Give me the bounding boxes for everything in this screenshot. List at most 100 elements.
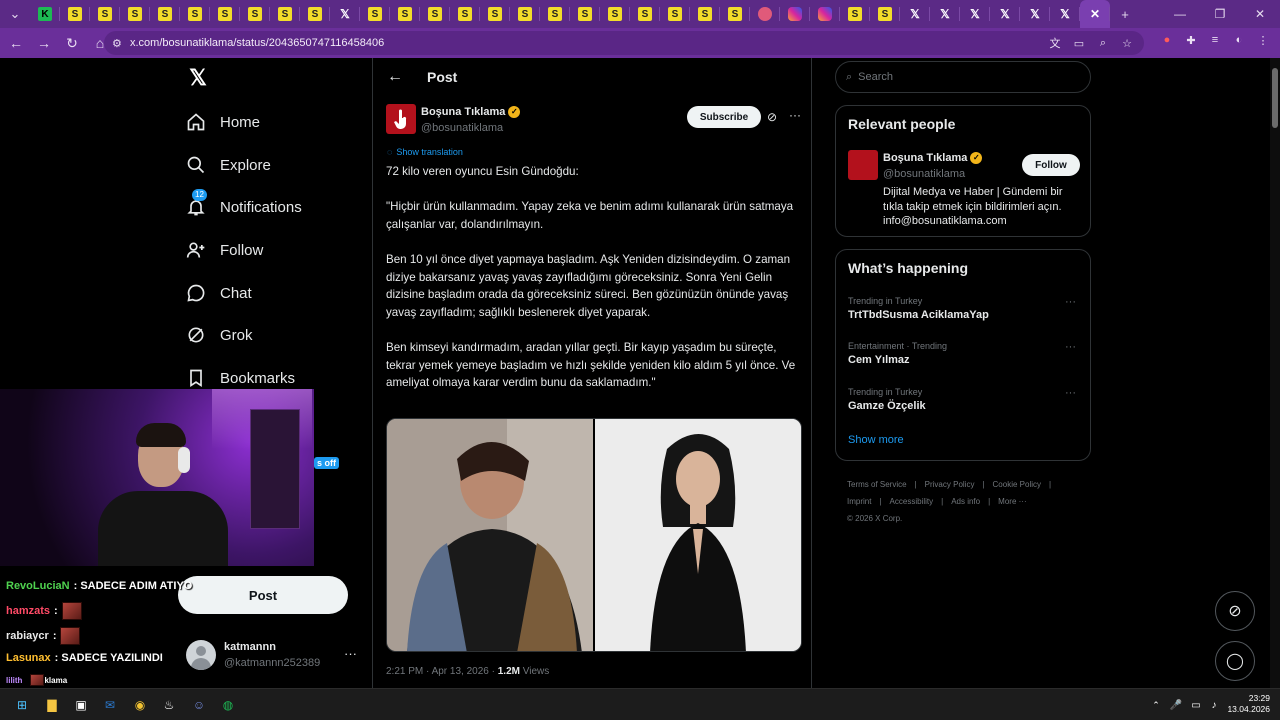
tab[interactable]: S <box>480 0 510 28</box>
trend-item[interactable]: Trending in Turkey Gamze Özçelik ··· <box>848 387 1080 412</box>
footer-link[interactable]: Accessibility <box>890 497 934 506</box>
new-tab-button[interactable]: + <box>1110 7 1140 22</box>
more-dots-icon[interactable]: ··· <box>344 646 357 661</box>
tab[interactable]: S <box>390 0 420 28</box>
tab[interactable]: S <box>840 0 870 28</box>
tab[interactable]: S <box>720 0 750 28</box>
minimize-icon[interactable]: — <box>1160 7 1200 21</box>
forward-icon[interactable]: → <box>32 31 56 55</box>
profile-avatar[interactable]: ◐ <box>1230 31 1248 49</box>
spotify-icon[interactable]: ◍ <box>218 695 238 715</box>
person-handle[interactable]: @bosunatiklama <box>883 168 965 180</box>
tab[interactable]: S <box>150 0 180 28</box>
tab[interactable]: S <box>360 0 390 28</box>
system-clock[interactable]: 23:29 13.04.2026 <box>1227 693 1270 715</box>
show-more-link[interactable]: Show more <box>848 434 904 446</box>
tab[interactable] <box>750 0 780 28</box>
sidebar-item-grok[interactable]: Grok <box>186 319 253 351</box>
tab[interactable]: 𝕏 <box>1020 0 1050 28</box>
network-icon[interactable]: ▭ <box>1186 695 1206 715</box>
microphone-icon[interactable]: 🎤 <box>1166 695 1186 715</box>
messages-fab-button[interactable]: ◯ <box>1215 641 1255 681</box>
tab[interactable]: S <box>540 0 570 28</box>
back-icon[interactable]: ← <box>4 31 28 55</box>
tab[interactable]: S <box>690 0 720 28</box>
sidebar-item-explore[interactable]: Explore <box>186 149 271 181</box>
bookmark-star-icon[interactable]: ☆ <box>1118 34 1136 52</box>
sidebar-item-notifications[interactable]: 12 Notifications <box>186 189 302 223</box>
x-logo-icon[interactable]: 𝕏 <box>186 66 210 90</box>
show-translation-link[interactable]: ◌ Show translation <box>387 147 463 157</box>
site-info-icon[interactable]: ⚙ <box>112 37 126 50</box>
tab[interactable]: 𝕏 <box>990 0 1020 28</box>
store-icon[interactable]: ▣ <box>71 695 91 715</box>
tab-active-close[interactable]: ✕ <box>1080 0 1110 28</box>
author-avatar[interactable] <box>386 104 416 134</box>
url-field[interactable]: ⚙ x.com/bosunatiklama/status/20436507471… <box>104 31 1144 55</box>
media-icon[interactable]: ≡ <box>1206 31 1224 49</box>
search-input[interactable] <box>858 71 1001 83</box>
person-avatar[interactable] <box>848 150 878 180</box>
tab[interactable]: S <box>180 0 210 28</box>
subscribe-button[interactable]: Subscribe <box>687 106 761 128</box>
footer-link[interactable]: Privacy Policy <box>925 480 975 489</box>
tab[interactable]: S <box>630 0 660 28</box>
more-dots-icon[interactable]: ··· <box>789 108 801 122</box>
post-image-before[interactable] <box>387 419 593 651</box>
post-timestamp[interactable]: 2:21 PM · Apr 13, 2026 · <box>386 666 498 677</box>
discord-icon[interactable]: ☺ <box>189 695 209 715</box>
tab[interactable]: 𝕏 <box>960 0 990 28</box>
tab[interactable]: S <box>240 0 270 28</box>
tab[interactable]: S <box>90 0 120 28</box>
steam-icon[interactable]: ♨ <box>159 695 179 715</box>
tab[interactable]: S <box>270 0 300 28</box>
cast-icon[interactable]: ▭ <box>1070 34 1088 52</box>
puzzle-icon[interactable]: ✚ <box>1182 31 1200 49</box>
tab[interactable]: S <box>300 0 330 28</box>
footer-link[interactable]: Cookie Policy <box>993 480 1041 489</box>
outlook-icon[interactable]: ✉ <box>100 695 120 715</box>
more-dots-icon[interactable]: ··· <box>1065 341 1076 353</box>
tray-chevron-icon[interactable]: ⌃ <box>1146 695 1166 715</box>
more-dots-icon[interactable]: ··· <box>1065 387 1076 399</box>
tab[interactable]: S <box>60 0 90 28</box>
close-window-icon[interactable]: ✕ <box>1240 7 1280 21</box>
sidebar-item-chat[interactable]: Chat <box>186 277 252 309</box>
tab[interactable]: K <box>30 0 60 28</box>
zoom-icon[interactable]: ⌕ <box>1094 34 1112 52</box>
footer-link[interactable]: Ads info <box>951 497 980 506</box>
sidebar-item-follow[interactable]: Follow <box>186 234 263 266</box>
chrome-icon[interactable]: ◉ <box>130 695 150 715</box>
footer-link[interactable]: Imprint <box>847 497 871 506</box>
account-switcher[interactable]: katmannn @katmannn252389 ··· <box>186 638 366 678</box>
file-explorer-icon[interactable]: ▇ <box>42 695 62 715</box>
tab[interactable]: S <box>450 0 480 28</box>
grok-fab-button[interactable]: ⊘ <box>1215 591 1255 631</box>
sidebar-item-home[interactable]: Home <box>186 106 260 138</box>
premium-offer-badge[interactable]: s off <box>314 457 339 469</box>
scrollbar[interactable] <box>1270 58 1280 688</box>
windows-start-icon[interactable]: ⊞ <box>12 695 32 715</box>
tab[interactable]: 𝕏 <box>930 0 960 28</box>
close-icon[interactable]: ✕ <box>1088 7 1102 21</box>
person-name[interactable]: Boşuna Tıklama ✓ <box>883 152 983 164</box>
tab[interactable]: 𝕏 <box>1050 0 1080 28</box>
trend-item[interactable]: Entertainment · Trending Cem Yılmaz ··· <box>848 341 1080 366</box>
trend-item[interactable]: Trending in Turkey TrtTbdSusma AciklamaY… <box>848 296 1080 321</box>
url-text[interactable]: x.com/bosunatiklama/status/2043650747116… <box>130 37 384 49</box>
tab-search-icon[interactable]: ⌄ <box>0 6 30 22</box>
tab[interactable]: S <box>210 0 240 28</box>
menu-dots-icon[interactable]: ⋮ <box>1254 31 1272 49</box>
translate-icon[interactable]: 文 <box>1046 34 1064 52</box>
author-name[interactable]: Boşuna Tıklama ✓ <box>421 106 521 118</box>
extension-icon[interactable]: ● <box>1158 31 1176 49</box>
more-dots-icon[interactable]: ··· <box>1065 296 1076 308</box>
footer-link[interactable]: More ··· <box>998 497 1026 506</box>
tab[interactable]: S <box>600 0 630 28</box>
tab[interactable]: S <box>870 0 900 28</box>
restore-icon[interactable]: ❐ <box>1200 7 1240 21</box>
scrollbar-thumb[interactable] <box>1272 68 1278 128</box>
tab[interactable]: S <box>120 0 150 28</box>
tab[interactable]: 𝕏 <box>330 0 360 28</box>
tab[interactable] <box>810 0 840 28</box>
